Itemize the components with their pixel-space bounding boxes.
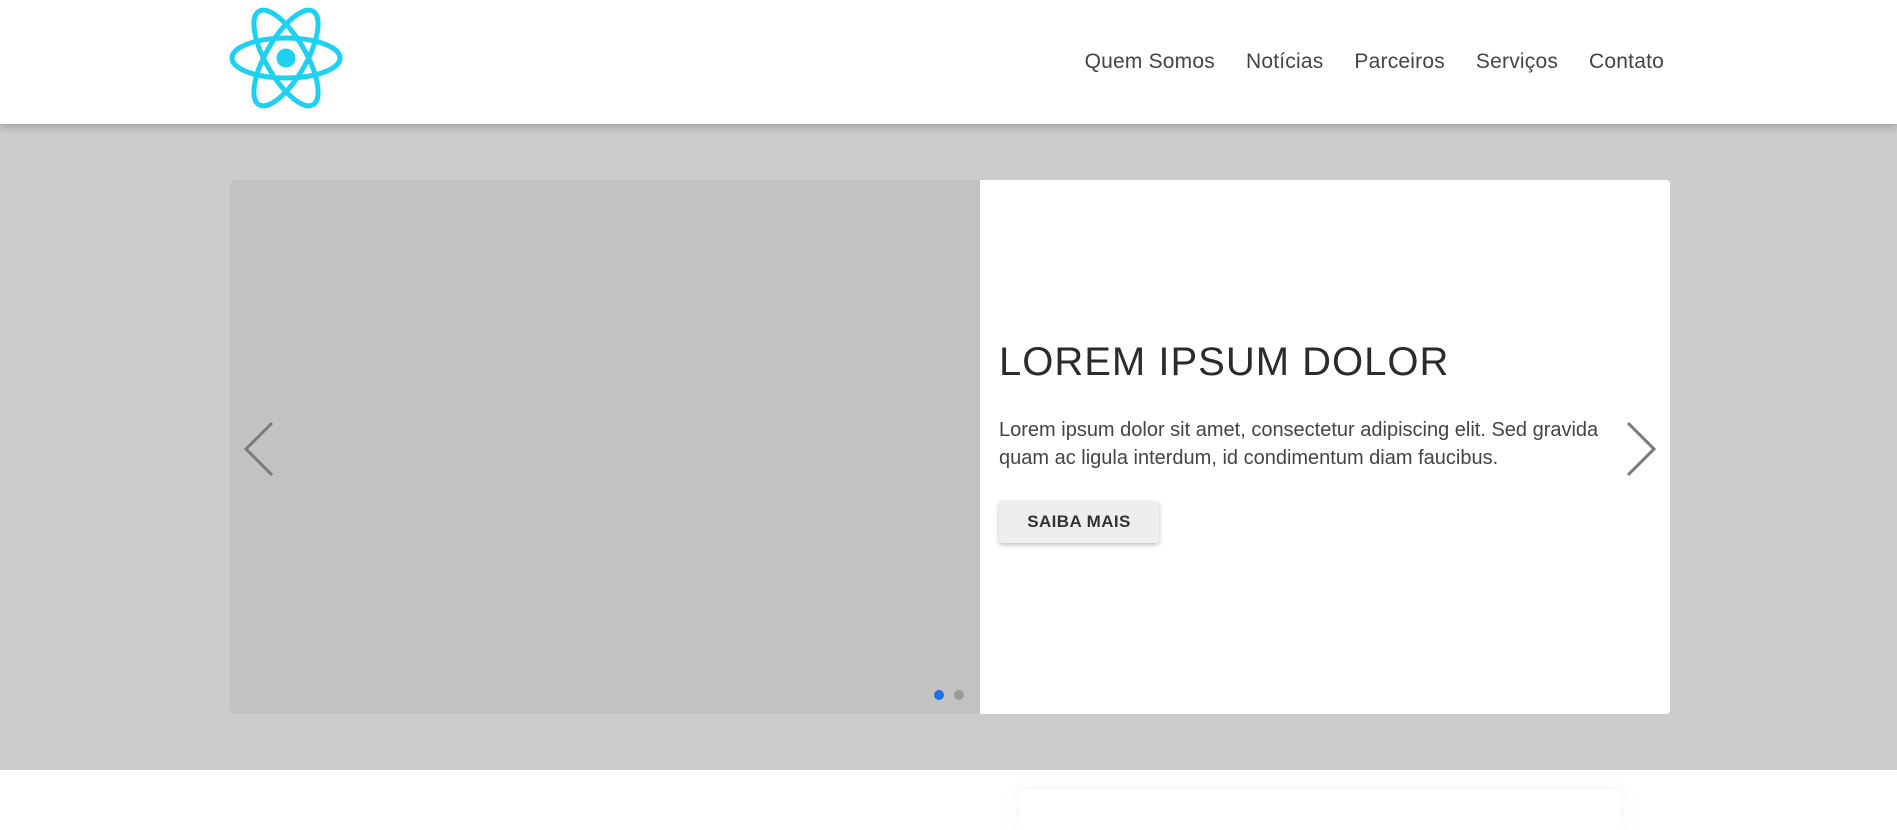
slide-description: Lorem ipsum dolor sit amet, consectetur … xyxy=(999,419,1599,469)
site-header: Quem Somos Notícias Parceiros Serviços C… xyxy=(0,0,1897,124)
nav-contato[interactable]: Contato xyxy=(1589,50,1664,74)
chevron-left-icon[interactable] xyxy=(240,420,280,478)
nav-quem-somos[interactable]: Quem Somos xyxy=(1085,50,1215,74)
carousel-dot-2[interactable] xyxy=(954,690,964,700)
below-section xyxy=(0,770,1897,830)
main-nav: Quem Somos Notícias Parceiros Serviços C… xyxy=(1054,50,1664,74)
nav-servicos[interactable]: Serviços xyxy=(1476,50,1558,74)
nav-parceiros[interactable]: Parceiros xyxy=(1354,50,1445,74)
slide-title: LOREM IPSUM DOLOR xyxy=(999,340,1450,384)
hero-section: LOREM IPSUM DOLOR Lorem ipsum dolor sit … xyxy=(0,124,1897,770)
react-atom-icon[interactable] xyxy=(228,6,344,110)
saiba-mais-button[interactable]: SAIBA MAIS xyxy=(999,501,1159,543)
carousel-dot-1[interactable] xyxy=(934,690,944,700)
carousel-indicators xyxy=(934,690,964,700)
hero-carousel: LOREM IPSUM DOLOR Lorem ipsum dolor sit … xyxy=(230,180,1670,714)
slide-content: LOREM IPSUM DOLOR Lorem ipsum dolor sit … xyxy=(980,180,1670,714)
chevron-right-icon[interactable] xyxy=(1620,420,1660,478)
nav-noticias[interactable]: Notícias xyxy=(1246,50,1323,74)
card-shadow xyxy=(1020,790,1620,830)
slide-image-placeholder xyxy=(230,180,980,714)
